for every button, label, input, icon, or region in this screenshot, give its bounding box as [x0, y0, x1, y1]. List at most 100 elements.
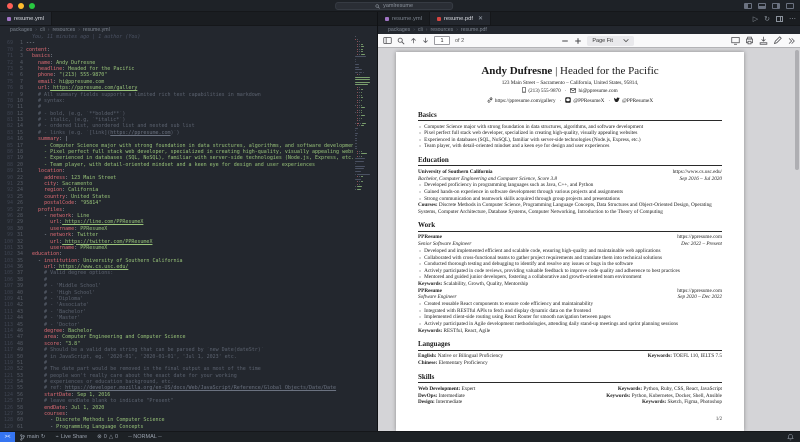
code-line[interactable]: 12961 - Programming Language Concepts	[0, 424, 353, 430]
problems-item[interactable]: ⊗ 0 △ 0	[92, 434, 123, 440]
resume-section-languages: LanguagesEnglish: Native or Bilingual Pr…	[418, 340, 722, 367]
close-window-button[interactable]	[7, 3, 13, 9]
tab-resume.yml[interactable]: resume.yml	[378, 12, 430, 25]
resume-name: Andy Dufresne	[481, 65, 552, 77]
minimap-line	[355, 97, 375, 98]
resume-bullet: ○Implemented client-side routing using R…	[418, 314, 722, 321]
link-icon	[487, 97, 493, 105]
minimap-line	[355, 79, 375, 80]
breadcrumb-item-packages[interactable]: packages	[10, 27, 32, 33]
entry-dates: Dec 2022 – Present	[681, 241, 722, 248]
breadcrumb-item-resume.yml[interactable]: resume.yml	[83, 27, 110, 33]
warning-count: 0	[115, 434, 118, 440]
toggle-panel-icon[interactable]	[758, 3, 766, 9]
minimap-line	[355, 112, 375, 113]
git-branch-label: main	[27, 434, 39, 440]
save-icon[interactable]	[759, 36, 768, 45]
vim-mode-indicator: -- NORMAL --	[123, 434, 167, 440]
minimap-line	[355, 138, 375, 139]
zoom-window-button[interactable]	[29, 3, 35, 9]
breadcrumb-item-cli[interactable]: cli	[40, 27, 45, 33]
refresh-icon[interactable]: ↻	[764, 15, 770, 23]
minimap-line	[355, 133, 375, 134]
breadcrumb-item-resources[interactable]: resources	[52, 27, 75, 33]
page-number-input[interactable]	[434, 36, 450, 45]
keywords-line: Keywords: RESTful, React, Agile	[418, 328, 722, 335]
layout-controls	[744, 3, 794, 9]
minimap[interactable]	[355, 36, 375, 191]
resume-contact-item: @PPResumeX	[565, 97, 604, 105]
breadcrumb[interactable]: packages›cli›resources›resume.pdf	[378, 26, 800, 34]
git-branch-icon	[20, 434, 25, 441]
presentation-mode-icon[interactable]	[731, 36, 740, 45]
labeled-row: Web Development: ExpertKeywords: Python,…	[418, 386, 722, 393]
command-center[interactable]: yamlresume	[335, 2, 453, 10]
right-tab-bar: ▷ ↻ ⋯ resume.ymlresume.pdf✕	[378, 12, 800, 26]
bullet-icon: ○	[419, 268, 421, 275]
resume-name-line: Andy Dufresne | Headed for the Pacific	[418, 65, 722, 77]
section-title: Education	[418, 156, 722, 167]
code-editor[interactable]: You, 11 minutes ago | 1 author (You) 691…	[0, 34, 377, 431]
customize-layout-icon[interactable]	[786, 3, 794, 9]
more-actions-icon[interactable]: ⋯	[789, 15, 796, 23]
minimap-line	[355, 54, 375, 55]
file-type-icon	[7, 17, 11, 21]
minimap-line	[355, 44, 375, 45]
tab-resume.yml[interactable]: resume.yml	[0, 12, 52, 25]
zoom-select[interactable]: Page Fit	[587, 36, 633, 46]
minimap-line	[355, 36, 375, 37]
labeled-row: DevOps: IntermediateKeywords: Python, Ku…	[418, 393, 722, 400]
close-tab-icon[interactable]: ✕	[478, 15, 483, 22]
toggle-secondary-sidebar-icon[interactable]	[772, 3, 780, 9]
search-icon	[375, 4, 380, 9]
breadcrumb-item-packages[interactable]: packages	[388, 27, 410, 33]
print-icon[interactable]	[745, 36, 754, 45]
notifications-bell-icon[interactable]	[787, 433, 794, 441]
draw-icon[interactable]	[773, 36, 782, 45]
previous-page-icon[interactable]	[410, 37, 417, 44]
entry-header-row: University of Southern Californiahttps:/…	[418, 169, 722, 176]
toggle-sidebar-icon[interactable]	[383, 36, 392, 45]
sync-icon[interactable]: ↻	[41, 434, 46, 440]
resume-bullet: ○Conducted thorough testing and debuggin…	[418, 261, 722, 268]
git-branch-item[interactable]: main ↻	[15, 434, 51, 441]
bullet-icon: ○	[419, 124, 421, 131]
breadcrumb-item-cli[interactable]: cli	[418, 27, 423, 33]
more-tools-icon[interactable]	[787, 37, 795, 45]
minimap-line	[355, 163, 375, 164]
breadcrumb[interactable]: packages›cli›resources›resume.yml	[0, 26, 377, 34]
pdf-scrollbar[interactable]	[795, 50, 799, 170]
minimap-line	[355, 181, 375, 182]
live-share-item[interactable]: ⌁ Live Share	[51, 434, 93, 440]
pdf-toolbar: of 2 Page Fit	[378, 34, 800, 48]
vscode-window: yamlresume resume.yml packages›cli›resou…	[0, 0, 800, 442]
next-page-icon[interactable]	[422, 37, 429, 44]
split-editor-icon[interactable]	[776, 16, 783, 22]
minimap-line	[355, 102, 375, 103]
pdf-viewport[interactable]: Andy Dufresne | Headed for the Pacific 1…	[378, 48, 800, 431]
zoom-in-icon[interactable]	[574, 37, 582, 45]
run-preview-icon[interactable]: ▷	[753, 15, 758, 23]
minimap-line	[355, 82, 375, 83]
minimap-line	[355, 184, 375, 185]
resume-contact-item: https://ppresume.com/gallery	[487, 97, 556, 105]
breadcrumb-separator: ›	[456, 27, 458, 33]
editor-pane-right: ▷ ↻ ⋯ resume.ymlresume.pdf✕ packages›cli…	[378, 12, 800, 431]
remote-indicator[interactable]: ><	[0, 432, 15, 442]
tab-resume.pdf[interactable]: resume.pdf✕	[430, 12, 491, 25]
minimap-line	[355, 153, 375, 154]
bullet-icon: ○	[419, 261, 421, 268]
breadcrumb-item-resources[interactable]: resources	[430, 27, 453, 33]
minimap-line	[355, 77, 375, 78]
minimize-window-button[interactable]	[18, 3, 24, 9]
resume-contact-item: hi@ppresume.com	[570, 88, 617, 95]
breadcrumb-separator: ›	[413, 27, 415, 33]
breadcrumb-item-resume.pdf[interactable]: resume.pdf	[461, 27, 487, 33]
minimap-line	[355, 123, 375, 124]
find-icon[interactable]	[397, 37, 405, 45]
toggle-sidebar-icon[interactable]	[744, 3, 752, 9]
entry-url: https://www.cs.usc.edu/	[673, 169, 722, 176]
zoom-out-icon[interactable]	[561, 37, 569, 45]
bullet-icon: ○	[419, 301, 421, 308]
code-area[interactable]: You, 11 minutes ago | 1 author (You) 691…	[0, 34, 353, 431]
